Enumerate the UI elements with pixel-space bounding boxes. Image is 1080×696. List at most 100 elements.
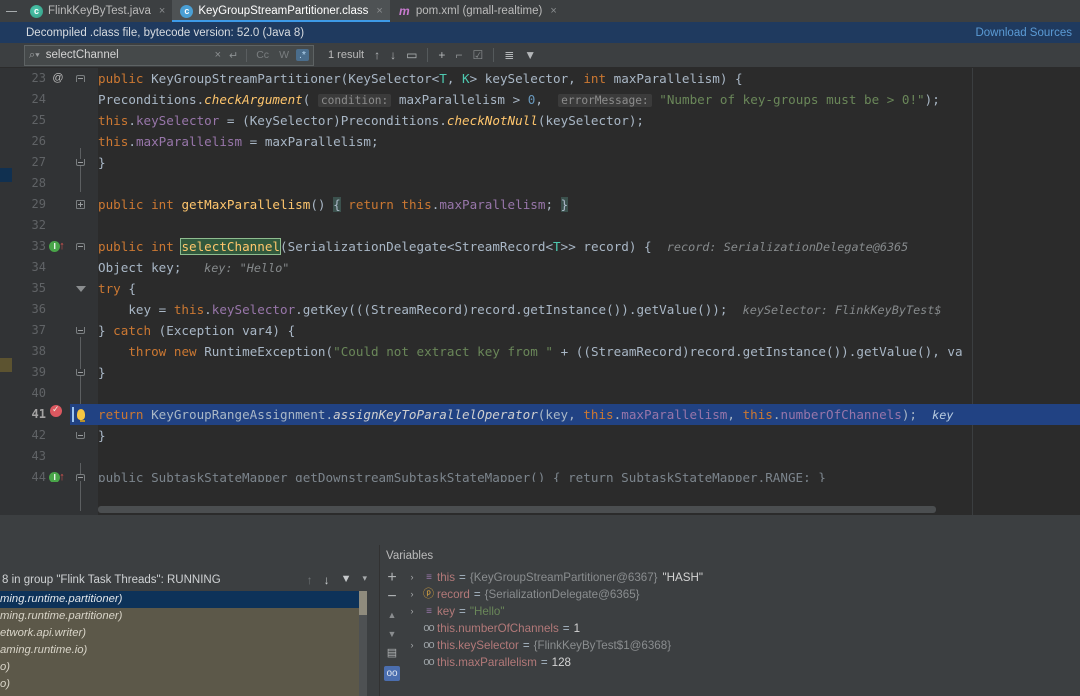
move-down-icon[interactable]: ▼ — [388, 628, 397, 641]
add-watch-icon[interactable]: + — [387, 570, 396, 586]
thread-selector[interactable]: 8 in group "Flink Task Threads": RUNNING — [0, 574, 221, 586]
code-line-43[interactable]: 43 — [0, 446, 1080, 467]
variables-panel-header: Variables — [380, 545, 1080, 567]
search-input-value[interactable]: selectChannel — [44, 49, 209, 61]
frame-down-icon[interactable]: ↓ — [324, 573, 330, 587]
implementing-method-icon[interactable]: I ↑ — [44, 236, 70, 257]
fold-bottom-icon[interactable] — [74, 362, 87, 383]
code-line-33[interactable]: 33 I ↑ public int selectChannel(Serializa… — [0, 236, 1080, 257]
frame-row[interactable]: ming.runtime.partitioner) — [0, 591, 367, 608]
expand-chevron-icon[interactable]: › — [404, 637, 420, 654]
search-history-icon[interactable]: ↵ — [227, 49, 240, 62]
variables-panel: Variables + − ▲ ▼ ▤ oo › ≡ this = {KeyGr… — [379, 545, 1080, 696]
copy-value-icon[interactable]: ▤ — [387, 647, 397, 660]
watches-toggle-icon[interactable]: oo — [384, 666, 400, 681]
tab-flinkkeybytest-java[interactable]: FlinkKeyByTest.java × — [22, 0, 172, 22]
equals-sign: = — [459, 571, 466, 584]
expand-chevron-icon[interactable]: › — [404, 586, 420, 603]
code-line-34[interactable]: 34 Object key; key: "Hello" — [0, 257, 1080, 278]
code-text: public SubtaskStateMapper getDownstreamS… — [98, 470, 826, 482]
code-line-25[interactable]: 25 this.keySelector = (KeySelector)Preco… — [0, 110, 1080, 131]
regex-toggle[interactable]: .* — [295, 49, 309, 61]
variable-row[interactable]: › ⓟ record = {SerializationDelegate@6365… — [404, 586, 1080, 603]
variable-name: this.maxParallelism — [437, 656, 537, 669]
fold-collapse-icon[interactable] — [74, 278, 87, 299]
move-up-icon[interactable]: ▲ — [388, 609, 397, 622]
fold-top-icon[interactable] — [74, 236, 87, 257]
variable-row[interactable]: › ≡ key = "Hello" — [404, 603, 1080, 620]
clear-search-icon[interactable]: × — [213, 49, 223, 61]
exclude-occurrence-icon[interactable]: ⌐ — [455, 49, 462, 61]
tab-pom-xml[interactable]: m pom.xml (gmall-realtime) × — [390, 0, 564, 22]
fold-bottom-icon[interactable] — [74, 320, 87, 341]
expand-chevron-icon[interactable]: › — [404, 569, 420, 586]
frame-row[interactable]: o) — [0, 676, 367, 693]
whole-words-toggle[interactable]: W — [276, 49, 292, 61]
code-line-41[interactable]: 41 return KeyGroupRangeAssignment.assign… — [0, 403, 1080, 425]
remove-watch-icon[interactable]: − — [387, 589, 396, 605]
variables-tree[interactable]: › ≡ this = {KeyGroupStreamPartitioner@63… — [404, 567, 1080, 696]
code-editor[interactable]: 23 @ public KeyGroupStreamPartitioner(Ke… — [0, 68, 1080, 515]
fold-expand-icon[interactable] — [74, 194, 87, 215]
frame-row[interactable]: ming.runtime.partitioner) — [0, 608, 367, 625]
implementing-method-icon[interactable]: I ↑ — [44, 467, 70, 482]
collapse-sidebar-button[interactable] — [0, 0, 22, 22]
fold-bottom-icon[interactable] — [74, 152, 87, 173]
close-icon[interactable]: × — [159, 5, 165, 17]
code-line-44[interactable]: 44 I ↑ public SubtaskStateMapper getDowns… — [0, 467, 1080, 482]
code-line-39[interactable]: 39 } — [0, 362, 1080, 383]
breakpoint-icon[interactable] — [48, 403, 64, 425]
frame-row[interactable]: aming.runtime.io) — [0, 642, 367, 659]
frames-filter-icon[interactable]: ▼ — [341, 573, 352, 587]
variable-row[interactable]: › oo this.keySelector = {FlinkKeyByTest$… — [404, 637, 1080, 654]
scrollbar-thumb[interactable] — [359, 591, 367, 615]
code-line-26[interactable]: 26 this.maxParallelism = maxParallelism; — [0, 131, 1080, 152]
download-sources-link[interactable]: Download Sources — [975, 27, 1072, 39]
variable-row[interactable]: › ≡ this = {KeyGroupStreamPartitioner@63… — [404, 569, 1080, 586]
editor-horizontal-scrollbar[interactable] — [98, 506, 936, 513]
line-number: 38 — [31, 344, 46, 358]
code-line-27[interactable]: 27 } — [0, 152, 1080, 173]
search-input[interactable]: ⌕▾ selectChannel × ↵ Cc W .* — [24, 44, 314, 66]
code-line-37[interactable]: 37 } catch (Exception var4) { — [0, 320, 1080, 341]
code-line-28[interactable]: 28 — [0, 173, 1080, 194]
code-line-40[interactable]: 40 — [0, 383, 1080, 404]
close-icon[interactable]: × — [376, 5, 382, 17]
frame-row[interactable]: o) — [0, 659, 367, 676]
find-next-icon[interactable]: ↓ — [390, 49, 396, 61]
code-line-32[interactable]: 32 — [0, 215, 1080, 236]
expand-chevron-icon[interactable]: › — [404, 603, 420, 620]
frames-list[interactable]: ming.runtime.partitioner) ming.runtime.p… — [0, 591, 367, 696]
frames-scrollbar[interactable] — [359, 591, 367, 696]
watch-field-icon: oo — [423, 656, 434, 668]
find-previous-icon[interactable]: ↑ — [374, 49, 380, 61]
frame-row[interactable]: etwork.api.writer) — [0, 625, 367, 642]
match-case-toggle[interactable]: Cc — [253, 49, 272, 61]
fold-top-icon[interactable] — [74, 68, 87, 89]
close-icon[interactable]: × — [550, 5, 556, 17]
intention-bulb-icon[interactable] — [72, 404, 85, 425]
code-line-29[interactable]: 29 public int getMaxParallelism() { retu… — [0, 194, 1080, 215]
code-line-36[interactable]: 36 key = this.keySelector.getKey(((Strea… — [0, 299, 1080, 320]
code-line-42[interactable]: 42 } — [0, 425, 1080, 446]
code-line-38[interactable]: 38 throw new RuntimeException("Could not… — [0, 341, 1080, 362]
code-line-24[interactable]: 24 Preconditions.checkArgument( conditio… — [0, 89, 1080, 110]
variable-row[interactable]: oo this.maxParallelism = 128 — [404, 654, 1080, 671]
frames-dropdown-icon[interactable]: ▾ — [362, 573, 367, 587]
override-marker-icon[interactable]: @ — [50, 68, 66, 89]
frame-up-icon[interactable]: ↑ — [307, 573, 313, 587]
add-occurrence-icon[interactable]: + — [438, 49, 445, 61]
code-line-23[interactable]: 23 @ public KeyGroupStreamPartitioner(Ke… — [0, 68, 1080, 89]
code-line-35[interactable]: 35 try { — [0, 278, 1080, 299]
select-all-occurrences-icon[interactable]: ▭ — [406, 49, 417, 61]
fold-bottom-icon[interactable] — [74, 425, 87, 446]
tab-keygroupstreampartitioner-class[interactable]: KeyGroupStreamPartitioner.class × — [172, 0, 391, 22]
fold-top-icon[interactable] — [74, 467, 87, 482]
filter-lines-icon[interactable]: ≣ — [504, 49, 514, 61]
toggle-occurrence-icon[interactable]: ☑ — [472, 49, 483, 61]
editor-debug-splitter[interactable] — [0, 515, 1080, 545]
inline-debug-value: keySelector: FlinkKeyByTest$ — [742, 303, 942, 317]
code-text: public int getMaxParallelism() { return … — [98, 197, 569, 212]
variable-row[interactable]: oo this.numberOfChannels = 1 — [404, 620, 1080, 637]
filter-icon[interactable]: ▼ — [524, 49, 536, 61]
